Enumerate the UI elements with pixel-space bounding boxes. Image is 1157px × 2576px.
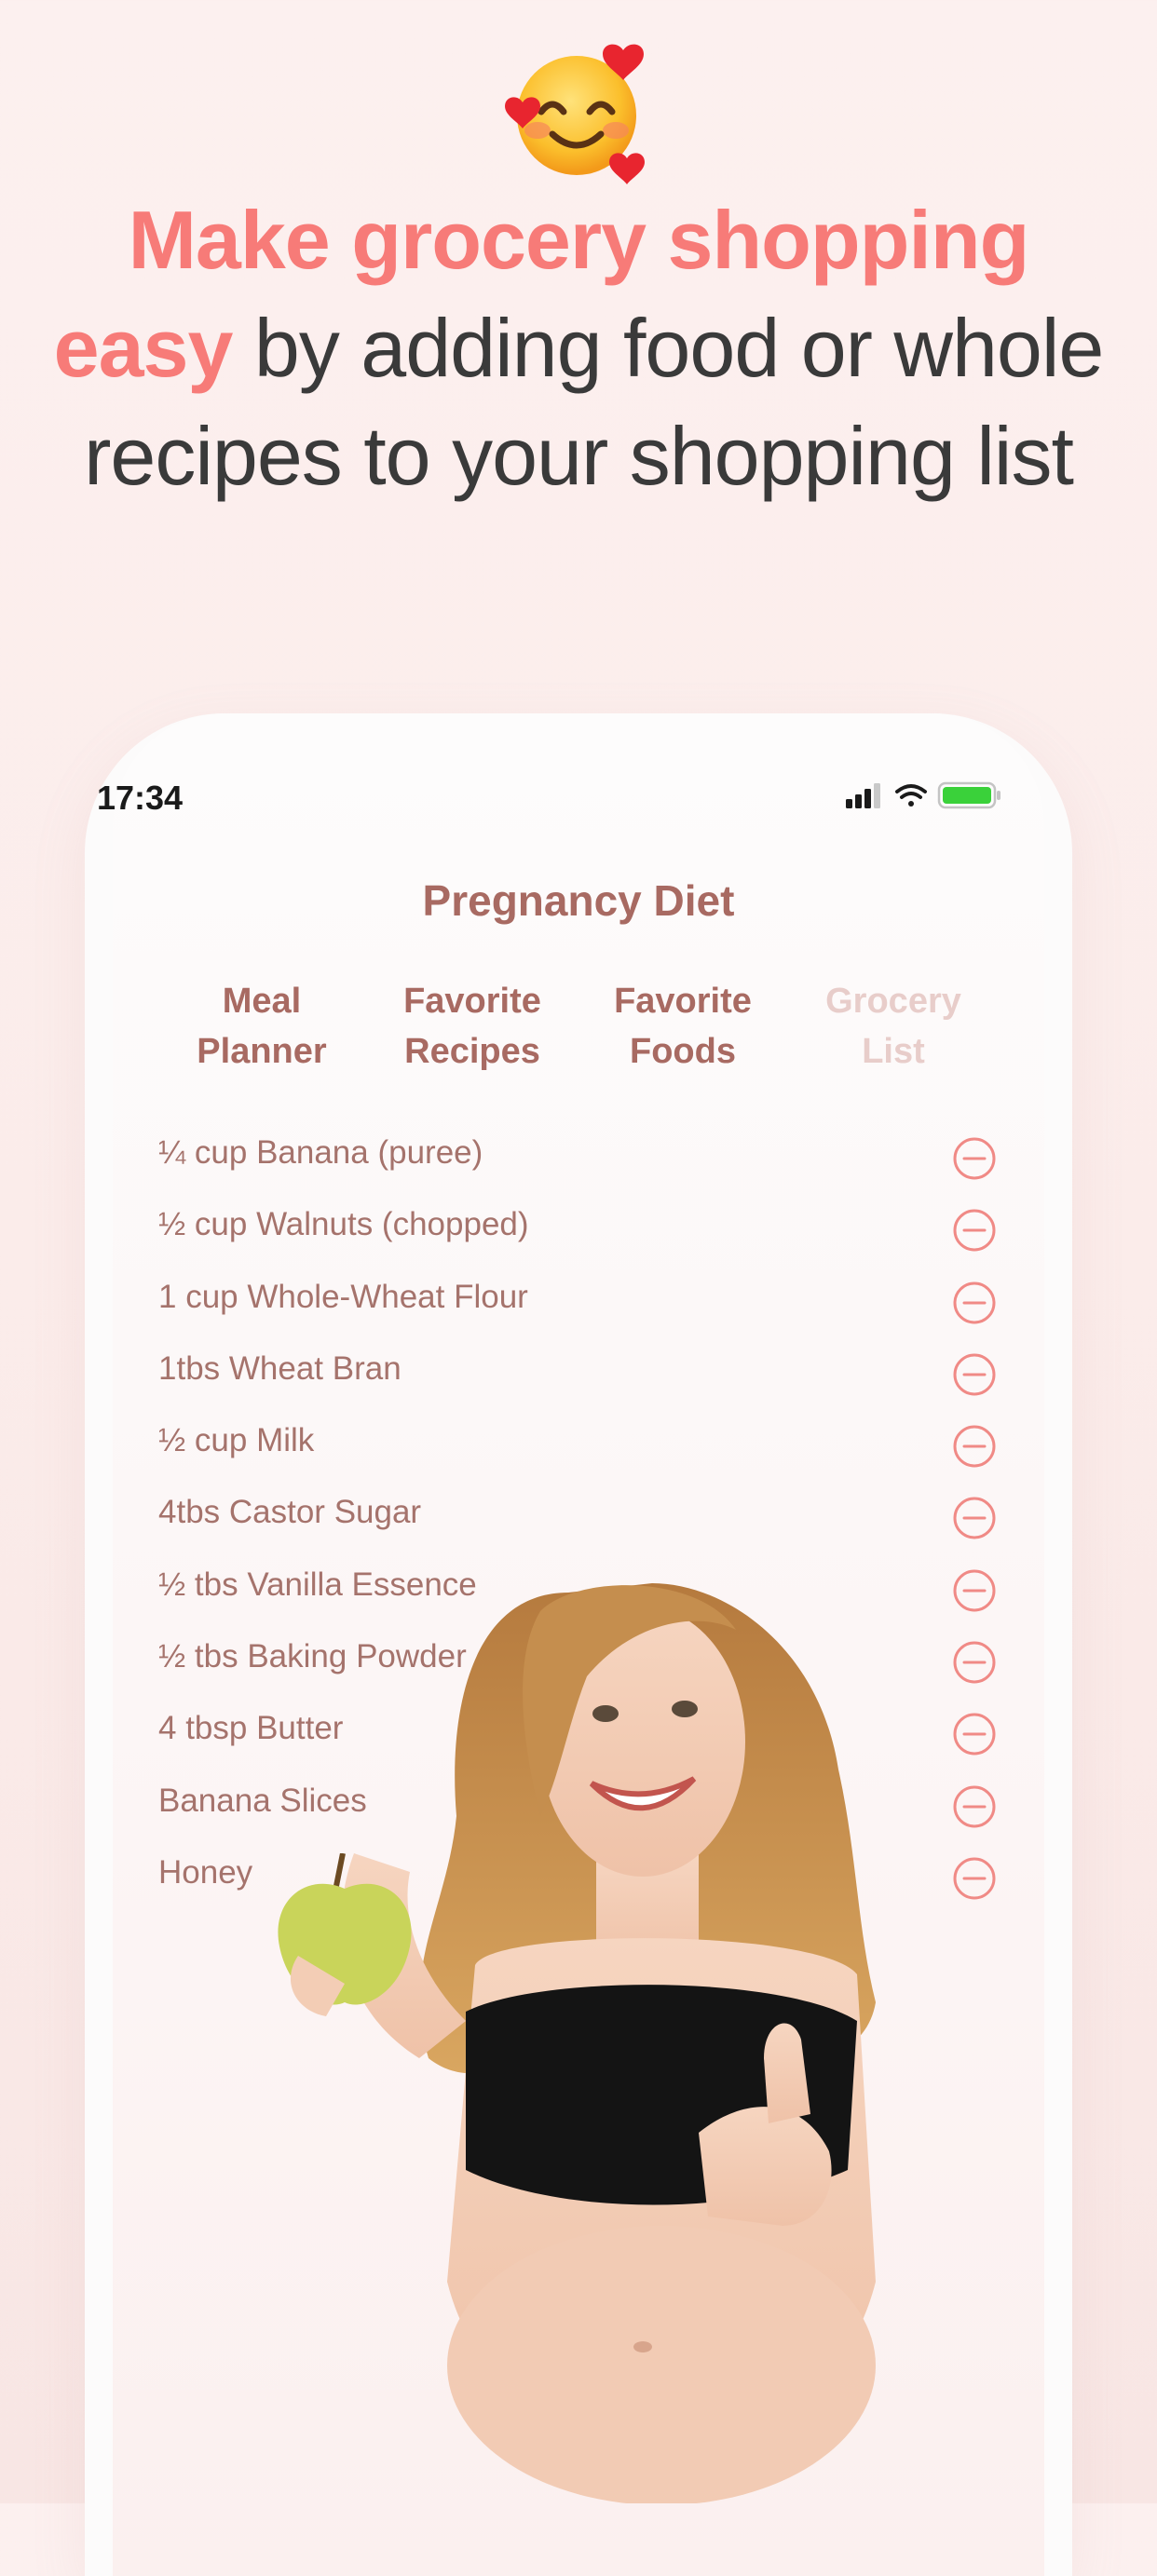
headline-rest: by adding food or whole recipes to your … bbox=[84, 302, 1104, 502]
tab-label-line1: Favorite bbox=[403, 982, 541, 1021]
grocery-item-label: ½ cup Walnuts (chopped) bbox=[158, 1206, 529, 1243]
grocery-item-label: 1tbs Wheat Bran bbox=[158, 1349, 402, 1387]
list-item: ½ cup Milk bbox=[158, 1411, 1006, 1483]
grocery-item-label: Honey bbox=[158, 1853, 253, 1891]
battery-icon bbox=[937, 781, 1000, 809]
minus-circle-icon[interactable] bbox=[952, 1424, 997, 1469]
list-item: ½ cup Walnuts (chopped) bbox=[158, 1195, 1006, 1267]
wifi-icon bbox=[895, 784, 927, 807]
app-title: Pregnancy Diet bbox=[422, 876, 735, 925]
tab-label-line1: Favorite bbox=[614, 982, 752, 1021]
status-icons bbox=[846, 781, 1000, 809]
status-time: 17:34 bbox=[97, 779, 184, 817]
minus-circle-icon[interactable] bbox=[952, 1352, 997, 1397]
list-item: 1tbs Wheat Bran bbox=[158, 1339, 1006, 1411]
tab-label-line2: List bbox=[862, 1032, 925, 1071]
headline: Make grocery shopping easy by adding foo… bbox=[37, 186, 1120, 510]
minus-circle-icon[interactable] bbox=[952, 1496, 997, 1540]
signal-icon bbox=[846, 783, 880, 808]
grocery-item-label: 4tbs Castor Sugar bbox=[158, 1494, 422, 1531]
tab-favorite-recipes[interactable]: Favorite Recipes bbox=[379, 976, 565, 1077]
tab-grocery-list[interactable]: Grocery List bbox=[800, 976, 987, 1077]
tab-label-line1: Grocery bbox=[825, 982, 961, 1021]
minus-circle-icon[interactable] bbox=[952, 1281, 997, 1325]
list-item: 4tbs Castor Sugar bbox=[158, 1483, 1006, 1554]
tab-bar: Meal Planner Favorite Recipes Favorite F… bbox=[158, 976, 997, 1088]
grocery-item-label: ½ cup Milk bbox=[158, 1422, 315, 1459]
tab-label-line2: Foods bbox=[630, 1032, 736, 1071]
tab-label-line2: Planner bbox=[197, 1032, 327, 1071]
smiling-face-with-hearts-icon bbox=[505, 44, 645, 184]
tab-meal-planner[interactable]: Meal Planner bbox=[169, 976, 355, 1077]
grocery-item-label: ¼ cup Banana (puree) bbox=[158, 1134, 483, 1171]
minus-circle-icon[interactable] bbox=[952, 1136, 997, 1181]
tab-favorite-foods[interactable]: Favorite Foods bbox=[590, 976, 776, 1077]
minus-circle-icon[interactable] bbox=[952, 1208, 997, 1253]
grocery-item-label: 1 cup Whole-Wheat Flour bbox=[158, 1278, 528, 1315]
list-item: 1 cup Whole-Wheat Flour bbox=[158, 1268, 1006, 1339]
woman-photo bbox=[341, 1583, 876, 2503]
tab-label-line1: Meal bbox=[222, 982, 302, 1021]
apple-icon bbox=[278, 1853, 412, 2016]
list-item: ¼ cup Banana (puree) bbox=[158, 1123, 1006, 1195]
tab-label-line2: Recipes bbox=[404, 1032, 540, 1071]
